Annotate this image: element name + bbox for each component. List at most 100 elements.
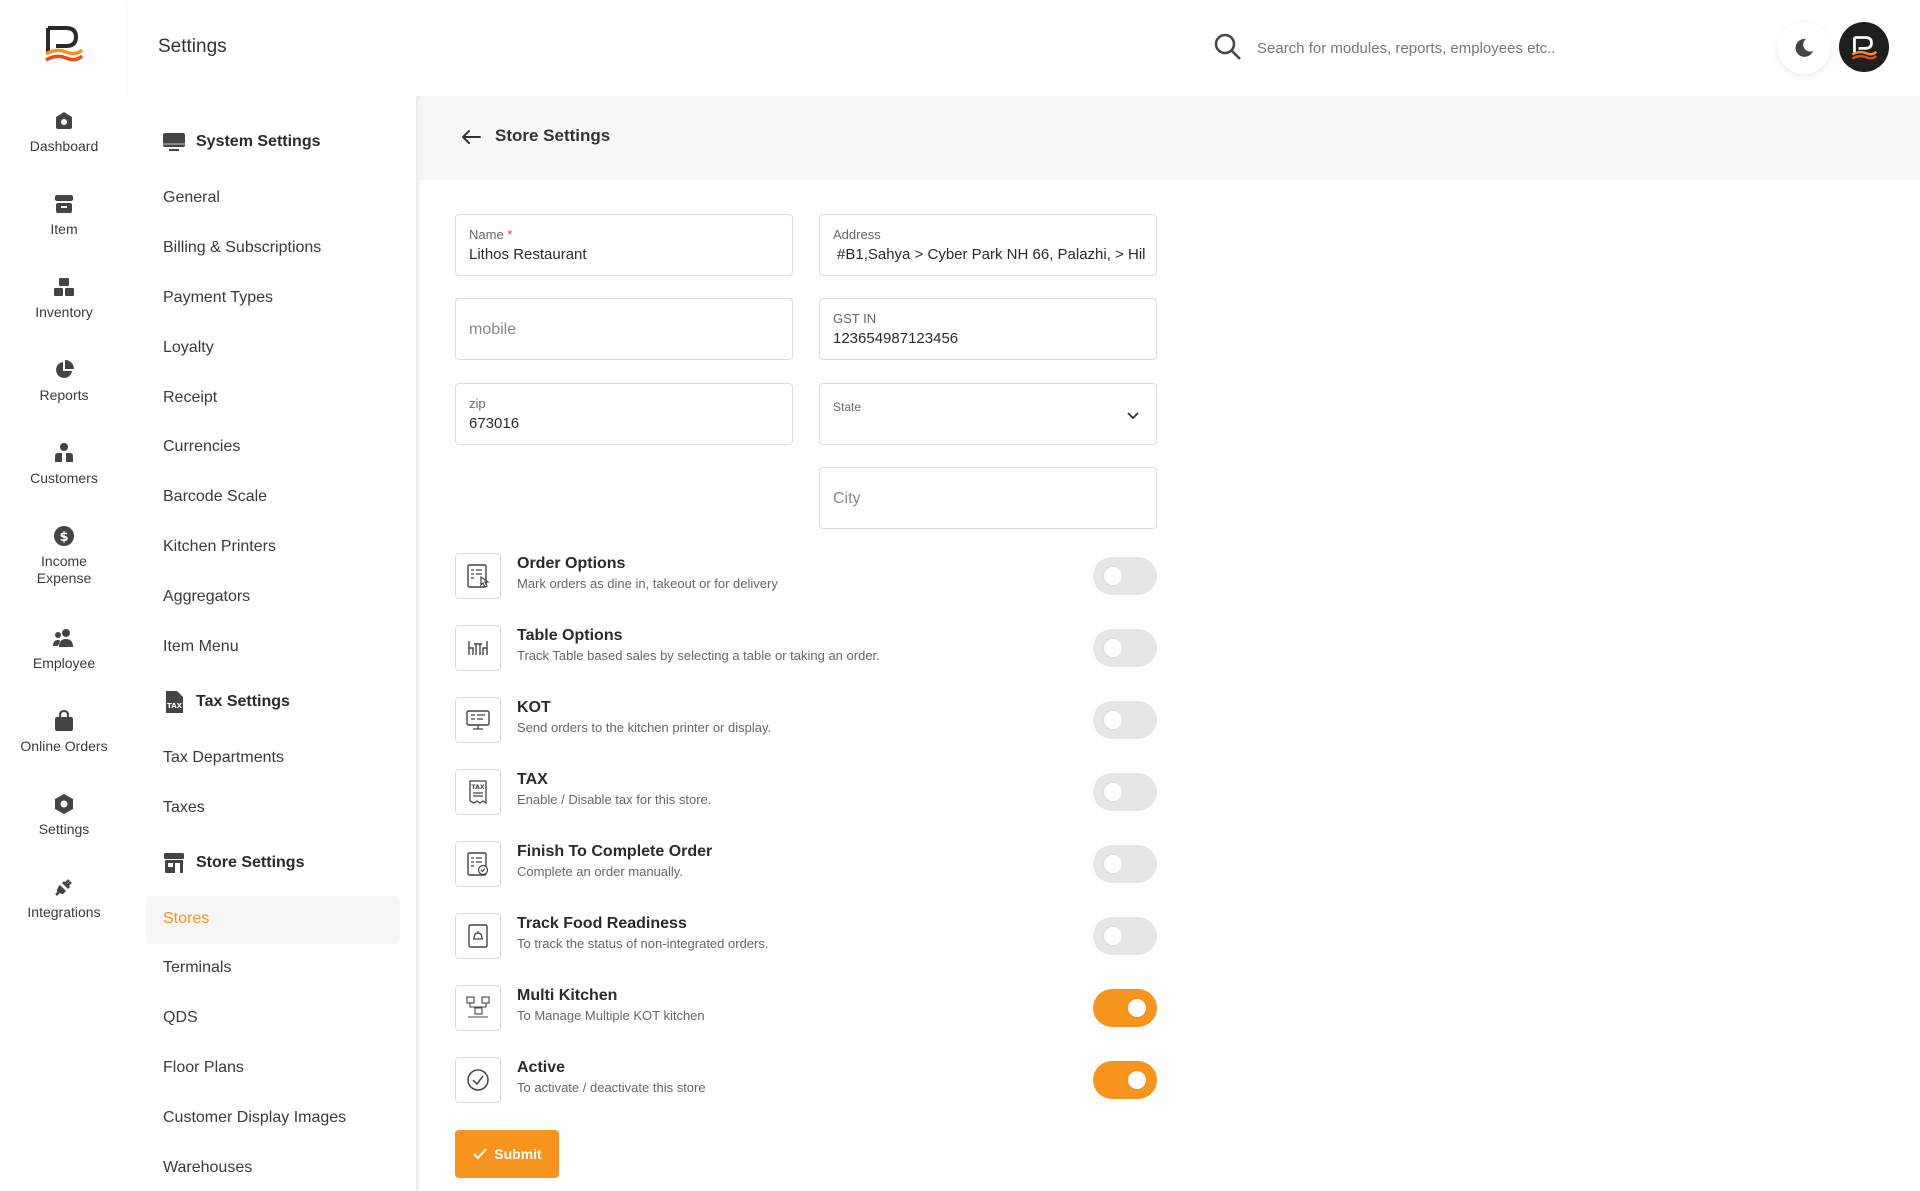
search-icon	[1214, 33, 1241, 60]
zip-value: 673016	[469, 415, 520, 432]
check-circle-icon	[455, 1057, 501, 1103]
section-system-settings: System Settings	[162, 130, 320, 154]
rail-label: Customers	[30, 470, 98, 486]
option-tax: TAX TAX Enable / Disable tax for this st…	[455, 767, 1157, 817]
rail-label: Settings	[38, 821, 90, 837]
sidebar-item-terminals[interactable]: Terminals	[163, 959, 231, 977]
city-field[interactable]: City	[819, 467, 1157, 529]
rail-item-integrations[interactable]: Integrations	[0, 876, 128, 921]
option-description: Track Table based sales by selecting a t…	[517, 648, 880, 663]
track-food-readiness-toggle[interactable]	[1093, 917, 1157, 955]
rail-item-employee[interactable]: Employee	[0, 627, 128, 672]
sidebar-item-general[interactable]: General	[163, 189, 220, 207]
sidebar-item-receipt[interactable]: Receipt	[163, 389, 217, 407]
name-value: Lithos Restaurant	[469, 246, 587, 263]
name-field[interactable]: Name * Lithos Restaurant	[455, 214, 793, 276]
submit-button[interactable]: Submit	[455, 1130, 559, 1178]
order-options-toggle[interactable]	[1093, 557, 1157, 595]
gst-field[interactable]: GST IN 123654987123456	[819, 298, 1157, 360]
rail-item-customers[interactable]: Customers	[0, 442, 128, 487]
main-navigation-rail: Dashboard Item Inventory Reports Custome…	[0, 0, 128, 1191]
sidebar-item-taxes[interactable]: Taxes	[163, 799, 205, 817]
section-title: Tax Settings	[196, 693, 290, 710]
sidebar-item-payment-types[interactable]: Payment Types	[163, 289, 273, 307]
back-arrow-icon[interactable]	[460, 126, 482, 148]
search-input[interactable]	[1257, 34, 1617, 62]
kot-toggle[interactable]	[1093, 701, 1157, 739]
rail-item-dashboard[interactable]: Dashboard	[0, 110, 128, 155]
multi-kitchen-icon	[455, 985, 501, 1031]
section-tax-settings: TAX Tax Settings	[162, 690, 290, 714]
address-field[interactable]: Address #B1,Sahya > Cyber Park NH 66, Pa…	[819, 214, 1157, 276]
sidebar-item-warehouses[interactable]: Warehouses	[163, 1159, 252, 1177]
section-store-settings: Store Settings	[162, 851, 304, 875]
multi-kitchen-toggle[interactable]	[1093, 989, 1157, 1027]
mobile-field[interactable]: mobile	[455, 298, 793, 360]
sidebar-item-currencies[interactable]: Currencies	[163, 438, 240, 456]
rail-label: Reports	[39, 387, 89, 403]
theme-toggle-button[interactable]	[1778, 22, 1830, 74]
settings-sidebar: System Settings General Billing & Subscr…	[128, 96, 418, 1191]
option-multi-kitchen: Multi Kitchen To Manage Multiple KOT kit…	[455, 983, 1157, 1033]
rail-label: Online Orders	[20, 738, 108, 754]
option-order-options: Order Options Mark orders as dine in, ta…	[455, 551, 1157, 601]
sidebar-item-aggregators[interactable]: Aggregators	[163, 588, 250, 606]
table-options-icon	[455, 625, 501, 671]
sidebar-item-barcode-scale[interactable]: Barcode Scale	[163, 488, 267, 506]
employee-icon	[53, 629, 73, 647]
reports-icon	[56, 360, 74, 378]
rail-label: Employee	[32, 655, 96, 671]
monitor-icon	[163, 133, 185, 151]
finish-to-complete-toggle[interactable]	[1093, 845, 1157, 883]
rail-item-item[interactable]: Item	[0, 193, 128, 238]
sidebar-item-qds[interactable]: QDS	[163, 1009, 198, 1027]
kot-display-icon	[455, 697, 501, 743]
moon-icon	[1795, 38, 1813, 57]
store-settings-panel: Store Settings Name * Lithos Restaurant …	[420, 96, 1920, 1191]
sidebar-item-stores[interactable]: Stores	[163, 910, 209, 928]
required-asterisk: *	[507, 227, 513, 242]
gst-label: GST IN	[833, 311, 877, 326]
sidebar-item-floor-plans[interactable]: Floor Plans	[163, 1059, 244, 1077]
state-label: State	[833, 400, 862, 414]
item-icon	[55, 195, 73, 213]
global-search[interactable]	[1213, 28, 1633, 68]
user-avatar[interactable]	[1839, 22, 1889, 72]
rail-item-income-expense[interactable]: $ Income Expense	[0, 525, 128, 587]
active-toggle[interactable]	[1093, 1061, 1157, 1099]
table-options-toggle[interactable]	[1093, 629, 1157, 667]
rail-label: Integrations	[27, 904, 101, 920]
rail-label: Item	[50, 221, 78, 237]
sidebar-item-tax-departments[interactable]: Tax Departments	[163, 749, 284, 767]
name-label: Name *	[469, 227, 513, 242]
rail-item-settings[interactable]: Settings	[0, 793, 128, 838]
option-table-options: Table Options Track Table based sales by…	[455, 623, 1157, 673]
dashboard-icon	[56, 112, 72, 129]
sidebar-item-loyalty[interactable]: Loyalty	[163, 339, 214, 357]
rail-label: Dashboard	[29, 138, 99, 154]
svg-text:TAX: TAX	[167, 702, 183, 710]
rail-item-reports[interactable]: Reports	[0, 359, 128, 404]
option-title: Finish To Complete Order	[517, 843, 713, 860]
food-readiness-icon	[455, 913, 501, 959]
option-title: Order Options	[517, 555, 626, 572]
zip-label: zip	[469, 396, 486, 411]
option-title: Active	[517, 1059, 566, 1076]
chevron-down-icon	[1127, 412, 1139, 420]
brand-logo-icon[interactable]	[42, 22, 86, 66]
zip-field[interactable]: zip 673016	[455, 383, 793, 445]
sidebar-item-kitchen-printers[interactable]: Kitchen Printers	[163, 538, 276, 556]
sidebar-item-customer-display-images[interactable]: Customer Display Images	[163, 1109, 346, 1127]
gst-value: 123654987123456	[833, 330, 959, 347]
tax-toggle[interactable]	[1093, 773, 1157, 811]
rail-item-inventory[interactable]: Inventory	[0, 276, 128, 321]
sidebar-item-item-menu[interactable]: Item Menu	[163, 638, 239, 656]
inventory-icon	[54, 278, 74, 296]
brand-avatar-icon	[1851, 36, 1878, 60]
city-placeholder: City	[833, 490, 861, 507]
sidebar-item-billing[interactable]: Billing & Subscriptions	[163, 239, 321, 257]
check-icon	[473, 1148, 488, 1160]
state-select[interactable]: State	[819, 383, 1157, 445]
rail-item-online-orders[interactable]: Online Orders	[0, 710, 128, 755]
option-description: Enable / Disable tax for this store.	[517, 792, 712, 807]
